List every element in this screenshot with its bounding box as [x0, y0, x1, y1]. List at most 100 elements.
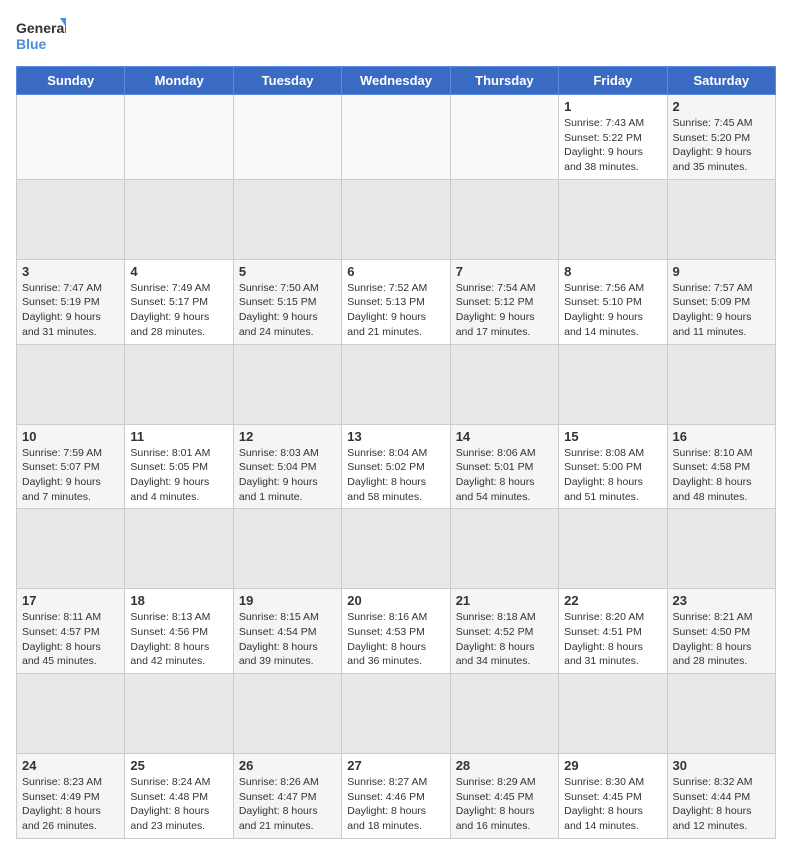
calendar-body: 1 Sunrise: 7:43 AMSunset: 5:22 PMDaylight…: [17, 95, 776, 839]
day-info: Sunrise: 8:06 AMSunset: 5:01 PMDaylight:…: [456, 446, 553, 505]
calendar-day-9: 9 Sunrise: 7:57 AMSunset: 5:09 PMDaylight…: [667, 259, 775, 344]
day-info: Sunrise: 8:20 AMSunset: 4:51 PMDaylight:…: [564, 610, 661, 669]
weekday-header-friday: Friday: [559, 67, 667, 95]
day-info: Sunrise: 7:54 AMSunset: 5:12 PMDaylight:…: [456, 281, 553, 340]
day-info: Sunrise: 8:13 AMSunset: 4:56 PMDaylight:…: [130, 610, 227, 669]
day-info: Sunrise: 8:11 AMSunset: 4:57 PMDaylight:…: [22, 610, 119, 669]
logo-svg: General Blue: [16, 16, 66, 56]
calendar-day-23: 23 Sunrise: 8:21 AMSunset: 4:50 PMDayligh…: [667, 589, 775, 674]
day-number: 8: [564, 264, 661, 279]
calendar-empty-cell: [450, 95, 558, 180]
logo: General Blue: [16, 16, 66, 56]
day-number: 18: [130, 593, 227, 608]
day-info: Sunrise: 8:15 AMSunset: 4:54 PMDaylight:…: [239, 610, 336, 669]
calendar-table: SundayMondayTuesdayWednesdayThursdayFrid…: [16, 66, 776, 839]
calendar-day-28: 28Sunrise: 8:29 AMSunset: 4:45 PMDayligh…: [450, 754, 558, 839]
day-number: 22: [564, 593, 661, 608]
calendar-day-14: 14Sunrise: 8:06 AMSunset: 5:01 PMDayligh…: [450, 424, 558, 509]
day-number: 25: [130, 758, 227, 773]
day-number: 4: [130, 264, 227, 279]
day-info: Sunrise: 7:47 AMSunset: 5:19 PMDaylight:…: [22, 281, 119, 340]
day-info: Sunrise: 8:03 AMSunset: 5:04 PMDaylight:…: [239, 446, 336, 505]
day-info: Sunrise: 8:32 AMSunset: 4:44 PMDaylight:…: [673, 775, 770, 834]
day-info: Sunrise: 7:49 AMSunset: 5:17 PMDaylight:…: [130, 281, 227, 340]
calendar-empty-cell: [233, 95, 341, 180]
day-number: 21: [456, 593, 553, 608]
calendar-day-29: 29 Sunrise: 8:30 AMSunset: 4:45 PMDayligh…: [559, 754, 667, 839]
calendar-day-4: 4 Sunrise: 7:49 AMSunset: 5:17 PMDaylight…: [125, 259, 233, 344]
calendar-day-5: 5Sunrise: 7:50 AMSunset: 5:15 PMDaylight…: [233, 259, 341, 344]
calendar-week-row: 10 Sunrise: 7:59 AMSunset: 5:07 PMDayligh…: [17, 424, 776, 509]
calendar-day-27: 27Sunrise: 8:27 AMSunset: 4:46 PMDayligh…: [342, 754, 450, 839]
day-number: 26: [239, 758, 336, 773]
week-separator: [17, 179, 776, 259]
calendar-day-2: 2Sunrise: 7:45 AMSunset: 5:20 PMDaylight…: [667, 95, 775, 180]
week-separator: [17, 674, 776, 754]
calendar-header: SundayMondayTuesdayWednesdayThursdayFrid…: [17, 67, 776, 95]
calendar-day-19: 19 Sunrise: 8:15 AMSunset: 4:54 PMDayligh…: [233, 589, 341, 674]
day-number: 24: [22, 758, 119, 773]
day-info: Sunrise: 8:26 AMSunset: 4:47 PMDaylight:…: [239, 775, 336, 834]
calendar-week-row: 1 Sunrise: 7:43 AMSunset: 5:22 PMDaylight…: [17, 95, 776, 180]
calendar-empty-cell: [342, 95, 450, 180]
day-info: Sunrise: 8:23 AMSunset: 4:49 PMDaylight:…: [22, 775, 119, 834]
calendar-day-20: 20Sunrise: 8:16 AMSunset: 4:53 PMDayligh…: [342, 589, 450, 674]
day-number: 16: [673, 429, 770, 444]
day-number: 10: [22, 429, 119, 444]
day-info: Sunrise: 8:24 AMSunset: 4:48 PMDaylight:…: [130, 775, 227, 834]
day-number: 19: [239, 593, 336, 608]
calendar-day-12: 12 Sunrise: 8:03 AMSunset: 5:04 PMDayligh…: [233, 424, 341, 509]
weekday-header-tuesday: Tuesday: [233, 67, 341, 95]
day-number: 12: [239, 429, 336, 444]
day-info: Sunrise: 8:30 AMSunset: 4:45 PMDaylight:…: [564, 775, 661, 834]
day-number: 29: [564, 758, 661, 773]
day-info: Sunrise: 8:18 AMSunset: 4:52 PMDaylight:…: [456, 610, 553, 669]
svg-text:Blue: Blue: [16, 36, 47, 52]
day-number: 27: [347, 758, 444, 773]
calendar-week-row: 24 Sunrise: 8:23 AMSunset: 4:49 PMDayligh…: [17, 754, 776, 839]
page-header: General Blue: [16, 16, 776, 56]
calendar-day-25: 25 Sunrise: 8:24 AMSunset: 4:48 PMDayligh…: [125, 754, 233, 839]
day-number: 28: [456, 758, 553, 773]
day-info: Sunrise: 7:52 AMSunset: 5:13 PMDaylight:…: [347, 281, 444, 340]
weekday-header-thursday: Thursday: [450, 67, 558, 95]
day-info: Sunrise: 8:16 AMSunset: 4:53 PMDaylight:…: [347, 610, 444, 669]
day-info: Sunrise: 8:10 AMSunset: 4:58 PMDaylight:…: [673, 446, 770, 505]
calendar-empty-cell: [17, 95, 125, 180]
day-info: Sunrise: 8:01 AMSunset: 5:05 PMDaylight:…: [130, 446, 227, 505]
day-number: 11: [130, 429, 227, 444]
day-number: 23: [673, 593, 770, 608]
calendar-day-21: 21 Sunrise: 8:18 AMSunset: 4:52 PMDayligh…: [450, 589, 558, 674]
day-number: 9: [673, 264, 770, 279]
day-number: 15: [564, 429, 661, 444]
calendar-day-24: 24 Sunrise: 8:23 AMSunset: 4:49 PMDayligh…: [17, 754, 125, 839]
day-info: Sunrise: 8:08 AMSunset: 5:00 PMDaylight:…: [564, 446, 661, 505]
day-number: 30: [673, 758, 770, 773]
weekday-header-saturday: Saturday: [667, 67, 775, 95]
calendar-day-18: 18 Sunrise: 8:13 AMSunset: 4:56 PMDayligh…: [125, 589, 233, 674]
day-number: 13: [347, 429, 444, 444]
calendar-day-13: 13 Sunrise: 8:04 AMSunset: 5:02 PMDayligh…: [342, 424, 450, 509]
day-info: Sunrise: 8:04 AMSunset: 5:02 PMDaylight:…: [347, 446, 444, 505]
day-number: 17: [22, 593, 119, 608]
calendar-day-3: 3 Sunrise: 7:47 AMSunset: 5:19 PMDaylight…: [17, 259, 125, 344]
weekday-header-monday: Monday: [125, 67, 233, 95]
day-number: 1: [564, 99, 661, 114]
calendar-day-30: 30 Sunrise: 8:32 AMSunset: 4:44 PMDayligh…: [667, 754, 775, 839]
day-info: Sunrise: 7:56 AMSunset: 5:10 PMDaylight:…: [564, 281, 661, 340]
day-info: Sunrise: 8:21 AMSunset: 4:50 PMDaylight:…: [673, 610, 770, 669]
week-separator: [17, 344, 776, 424]
calendar-day-6: 6 Sunrise: 7:52 AMSunset: 5:13 PMDaylight…: [342, 259, 450, 344]
weekday-header-row: SundayMondayTuesdayWednesdayThursdayFrid…: [17, 67, 776, 95]
day-number: 3: [22, 264, 119, 279]
day-number: 6: [347, 264, 444, 279]
day-info: Sunrise: 7:43 AMSunset: 5:22 PMDaylight:…: [564, 116, 661, 175]
calendar-day-11: 11 Sunrise: 8:01 AMSunset: 5:05 PMDayligh…: [125, 424, 233, 509]
day-info: Sunrise: 7:45 AMSunset: 5:20 PMDaylight:…: [673, 116, 770, 175]
weekday-header-wednesday: Wednesday: [342, 67, 450, 95]
day-info: Sunrise: 7:57 AMSunset: 5:09 PMDaylight:…: [673, 281, 770, 340]
day-number: 5: [239, 264, 336, 279]
calendar-day-15: 15 Sunrise: 8:08 AMSunset: 5:00 PMDayligh…: [559, 424, 667, 509]
day-info: Sunrise: 7:59 AMSunset: 5:07 PMDaylight:…: [22, 446, 119, 505]
weekday-header-sunday: Sunday: [17, 67, 125, 95]
